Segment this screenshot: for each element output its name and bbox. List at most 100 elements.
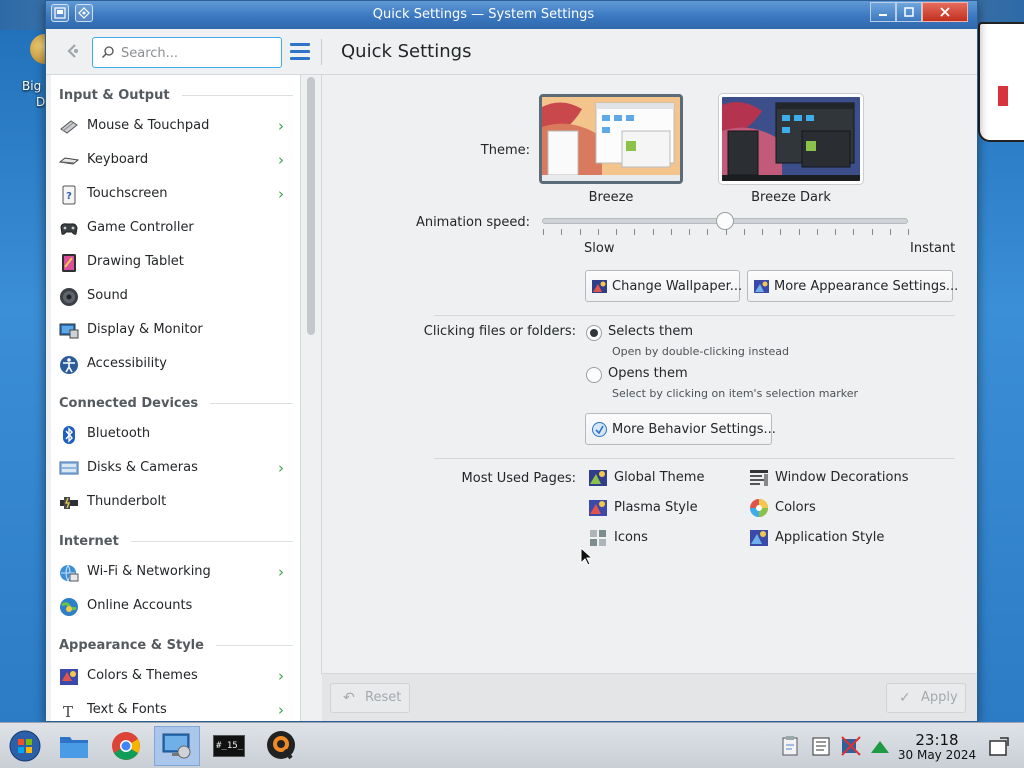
slider-tick	[744, 229, 745, 235]
most-used-icons[interactable]: Icons	[588, 526, 738, 550]
clipboard-icon[interactable]	[779, 735, 801, 757]
disks-icon	[59, 461, 79, 475]
animation-instant-label: Instant	[910, 241, 956, 256]
game-controller-icon	[60, 223, 78, 235]
keyboard-icon	[59, 157, 79, 165]
slider-tick	[580, 229, 581, 235]
radio-opens-them-label: Opens them	[608, 366, 688, 381]
desktop-widget-mark	[998, 86, 1008, 106]
chevron-right-icon: ›	[278, 563, 284, 581]
radio-selects-them[interactable]	[586, 325, 602, 341]
sidebar-item-keyboard[interactable]: Keyboard ›	[51, 145, 300, 177]
sidebar-item-bluetooth[interactable]: Bluetooth	[51, 419, 300, 451]
network-icon	[60, 564, 79, 583]
sidebar-item-thunderbolt[interactable]: Thunderbolt	[51, 487, 300, 519]
network-up-arrow-icon[interactable]	[869, 735, 891, 757]
start-menu-button[interactable]	[2, 726, 48, 766]
most-used-global-theme[interactable]: Global Theme	[588, 466, 738, 490]
notes-icon[interactable]	[810, 735, 832, 757]
settings-footer: ↶ Reset ✓ Apply	[322, 673, 977, 721]
sidebar-item-label: Text & Fonts	[87, 702, 167, 717]
window-decorations-icon	[750, 470, 768, 486]
back-arrow-icon[interactable]	[62, 41, 84, 63]
fonts-icon: T	[63, 703, 73, 721]
desktop-icon[interactable]: Big D	[0, 30, 60, 120]
most-used-pages-label: Most Used Pages:	[461, 471, 576, 486]
radio-opens-them-hint: Select by clicking on item's selection m…	[612, 387, 858, 400]
apply-check-icon: ✓	[899, 690, 911, 706]
monitor-icon	[59, 323, 79, 339]
application-style-icon	[750, 530, 768, 546]
theme-name-breeze-dark: Breeze Dark	[751, 190, 831, 205]
volume-muted-icon[interactable]	[840, 735, 862, 757]
theme-card-breeze-dark[interactable]	[719, 94, 863, 184]
theme-name-breeze: Breeze	[588, 190, 634, 205]
chevron-right-icon: ›	[278, 151, 284, 169]
online-accounts-icon	[60, 598, 78, 616]
chevron-right-icon: ›	[278, 667, 284, 685]
most-used-application-style[interactable]: Application Style	[749, 526, 929, 550]
behavior-icon	[592, 422, 607, 437]
sidebar-item-text-fonts[interactable]: T Text & Fonts ›	[51, 695, 300, 721]
most-used-window-decorations[interactable]: Window Decorations	[749, 466, 929, 490]
global-theme-icon	[589, 470, 607, 486]
sidebar-item-wifi-networking[interactable]: Wi-Fi & Networking ›	[51, 557, 300, 589]
apply-button[interactable]: ✓ Apply	[886, 683, 966, 713]
svg-text:T: T	[63, 703, 73, 721]
sidebar-category-connected-devices: Connected Devices	[59, 393, 293, 413]
sidebar-item-sound[interactable]: Sound	[51, 281, 300, 313]
clock-date[interactable]: 30 May 2024	[894, 748, 980, 762]
sidebar-item-accessibility[interactable]: Accessibility	[51, 349, 300, 381]
window-title: Quick Settings — System Settings	[372, 7, 595, 22]
slider-tick	[799, 229, 800, 235]
slider-tick	[561, 229, 562, 235]
window-titlebar[interactable]: Quick Settings — System Settings	[46, 1, 977, 29]
appearance-icon	[754, 280, 769, 293]
more-appearance-label: More Appearance Settings...	[774, 278, 959, 294]
sidebar-item-touchscreen[interactable]: ? Touchscreen ›	[51, 179, 300, 211]
taskbar-quassel[interactable]	[258, 726, 304, 766]
show-desktop-icon[interactable]	[988, 736, 1010, 758]
taskbar-terminal[interactable]: #_15_	[206, 726, 252, 766]
slider-tick	[598, 229, 599, 235]
slider-tick	[671, 229, 672, 235]
taskbar-file-manager[interactable]	[51, 726, 97, 766]
taskbar-system-settings[interactable]	[154, 726, 200, 766]
reset-icon: ↶	[343, 690, 355, 706]
sidebar-category-internet: Internet	[59, 531, 293, 551]
slider-tick	[890, 229, 891, 235]
minimize-button[interactable]	[870, 2, 896, 22]
reset-button[interactable]: ↶ Reset	[330, 683, 410, 713]
sidebar-item-colors-themes[interactable]: Colors & Themes ›	[51, 661, 300, 693]
taskbar-chrome[interactable]	[103, 726, 149, 766]
clock-time[interactable]: 23:18	[910, 731, 964, 749]
sidebar-item-disks-cameras[interactable]: Disks & Cameras ›	[51, 453, 300, 485]
theme-card-breeze[interactable]	[539, 94, 683, 184]
sidebar-item-mouse-touchpad[interactable]: Mouse & Touchpad ›	[51, 111, 300, 143]
slider-tick	[543, 229, 544, 235]
slider-tick	[634, 229, 635, 235]
animation-speed-slider-handle[interactable]	[716, 212, 734, 230]
most-used-plasma-style[interactable]: Plasma Style	[588, 496, 738, 520]
slider-tick	[689, 229, 690, 235]
close-button[interactable]	[922, 2, 968, 22]
most-used-label: Application Style	[775, 530, 885, 545]
more-appearance-settings-button[interactable]: More Appearance Settings...	[747, 270, 958, 302]
hamburger-menu-icon[interactable]	[290, 43, 310, 61]
chrome-icon	[112, 732, 140, 760]
slider-tick	[817, 229, 818, 235]
change-wallpaper-button[interactable]: Change Wallpaper...	[585, 270, 742, 302]
sidebar-scrollbar-thumb[interactable]	[307, 77, 315, 335]
sidebar-item-drawing-tablet[interactable]: Drawing Tablet	[51, 247, 300, 279]
maximize-button[interactable]	[896, 2, 922, 22]
radio-opens-them[interactable]	[586, 367, 602, 383]
sidebar-item-game-controller[interactable]: Game Controller	[51, 213, 300, 245]
most-used-colors[interactable]: Colors	[749, 496, 899, 520]
more-behavior-settings-button[interactable]: More Behavior Settings...	[585, 413, 776, 445]
settings-header: Quick Settings	[46, 29, 977, 75]
sidebar-item-display-monitor[interactable]: Display & Monitor	[51, 315, 300, 347]
sidebar-item-online-accounts[interactable]: Online Accounts	[51, 591, 300, 623]
sidebar-item-label: Wi-Fi & Networking	[87, 564, 211, 579]
search-input[interactable]	[119, 43, 269, 63]
sidebar-item-label: Mouse & Touchpad	[87, 118, 210, 133]
